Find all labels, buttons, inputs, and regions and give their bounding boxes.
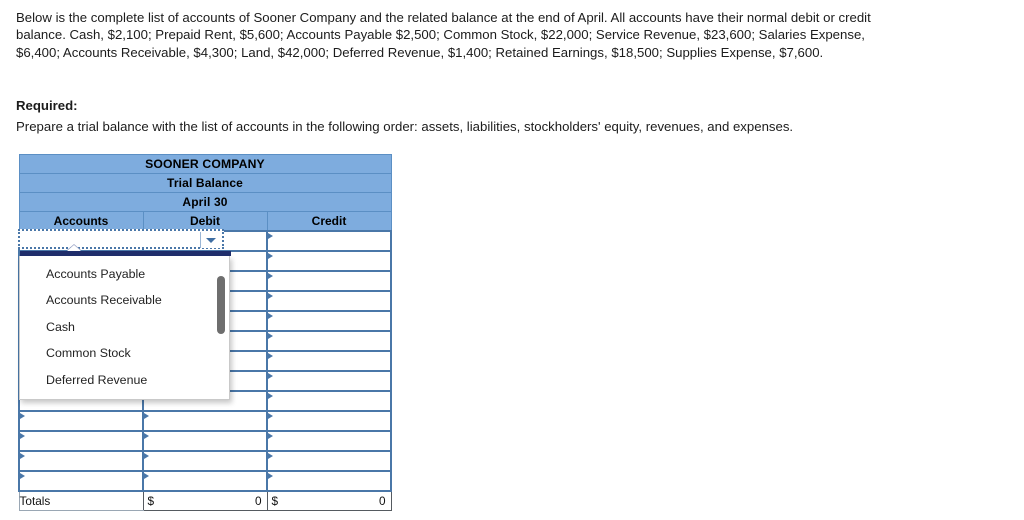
cell-marker-icon — [268, 473, 273, 479]
dropdown-scrollbar-thumb[interactable] — [217, 276, 225, 334]
credit-cell-4[interactable] — [266, 290, 392, 312]
dropdown-option-accounts-payable[interactable]: Accounts Payable — [20, 261, 229, 287]
totals-row: Totals $ 0 $ 0 — [18, 490, 392, 511]
totals-credit-currency: $ — [271, 494, 279, 508]
debit-cell-13[interactable] — [142, 470, 268, 492]
cell-marker-icon — [268, 453, 273, 459]
account-dropdown-menu[interactable]: Accounts Payable Accounts Receivable Cas… — [19, 245, 231, 400]
cell-marker-icon — [268, 333, 273, 339]
credit-cell-12[interactable] — [266, 450, 392, 472]
credit-cell-11[interactable] — [266, 430, 392, 452]
cell-marker-icon — [268, 253, 273, 259]
totals-label: Totals — [18, 490, 143, 511]
debit-cell-12[interactable] — [142, 450, 268, 472]
statement-name-header: Trial Balance — [18, 173, 392, 193]
cell-marker-icon — [144, 453, 149, 459]
cell-marker-icon — [144, 413, 149, 419]
dropdown-scrollbar[interactable] — [217, 264, 225, 394]
cell-marker-icon — [268, 393, 273, 399]
table-row[interactable] — [18, 470, 392, 492]
dropdown-caret-icon — [67, 245, 81, 251]
required-section: Required: Prepare a trial balance with t… — [16, 97, 904, 136]
credit-cell-10[interactable] — [266, 410, 392, 432]
account-cell-12[interactable] — [18, 450, 144, 472]
debit-cell-10[interactable] — [142, 410, 268, 432]
debit-cell-11[interactable] — [142, 430, 268, 452]
credit-cell-1[interactable] — [266, 230, 392, 252]
dropdown-option-list: Accounts Payable Accounts Receivable Cas… — [20, 261, 229, 399]
chevron-down-icon[interactable] — [200, 232, 221, 248]
cell-marker-icon — [144, 473, 149, 479]
statement-date-header: April 30 — [18, 192, 392, 212]
credit-cell-3[interactable] — [266, 270, 392, 292]
dropdown-scroll-up-bar[interactable] — [20, 251, 231, 256]
account-cell-13[interactable] — [18, 470, 144, 492]
worksheet-title-row-statement: Trial Balance — [18, 173, 392, 193]
totals-debit-currency: $ — [147, 494, 155, 508]
required-label: Required: — [16, 98, 78, 113]
cell-marker-icon — [20, 473, 25, 479]
dropdown-option-cash[interactable]: Cash — [20, 314, 229, 340]
cell-marker-icon — [268, 273, 273, 279]
totals-credit-cell: $ 0 — [266, 490, 392, 511]
cell-marker-icon — [268, 233, 273, 239]
account-cell-11[interactable] — [18, 430, 144, 452]
totals-credit-value: 0 — [378, 494, 386, 508]
dropdown-option-deferred-revenue[interactable]: Deferred Revenue — [20, 367, 229, 393]
credit-cell-9[interactable] — [266, 390, 392, 412]
credit-cell-8[interactable] — [266, 370, 392, 392]
cell-marker-icon — [268, 433, 273, 439]
credit-cell-2[interactable] — [266, 250, 392, 272]
cell-marker-icon — [268, 413, 273, 419]
totals-debit-cell: $ 0 — [142, 490, 268, 511]
cell-marker-icon — [20, 413, 25, 419]
totals-debit-value: 0 — [254, 494, 262, 508]
company-name-header: SOONER COMPANY — [18, 154, 392, 174]
column-header-credit: Credit — [266, 211, 392, 232]
table-row[interactable] — [18, 430, 392, 452]
cell-marker-icon — [268, 373, 273, 379]
table-row[interactable] — [18, 410, 392, 432]
credit-cell-6[interactable] — [266, 330, 392, 352]
account-select[interactable] — [18, 229, 224, 249]
cell-marker-icon — [268, 313, 273, 319]
account-select-wrapper[interactable] — [18, 229, 224, 249]
credit-cell-13[interactable] — [266, 470, 392, 492]
credit-cell-5[interactable] — [266, 310, 392, 332]
worksheet-title-row-company: SOONER COMPANY — [18, 154, 392, 174]
table-row[interactable] — [18, 450, 392, 472]
problem-statement: Below is the complete list of accounts o… — [16, 10, 871, 60]
cell-marker-icon — [268, 293, 273, 299]
cell-marker-icon — [20, 433, 25, 439]
cell-marker-icon — [268, 353, 273, 359]
cell-marker-icon — [20, 453, 25, 459]
dropdown-option-common-stock[interactable]: Common Stock — [20, 340, 229, 366]
dropdown-option-accounts-receivable[interactable]: Accounts Receivable — [20, 287, 229, 313]
worksheet-title-row-date: April 30 — [18, 192, 392, 212]
account-cell-10[interactable] — [18, 410, 144, 432]
cell-marker-icon — [144, 433, 149, 439]
credit-cell-7[interactable] — [266, 350, 392, 372]
required-instructions: Prepare a trial balance with the list of… — [16, 119, 794, 135]
